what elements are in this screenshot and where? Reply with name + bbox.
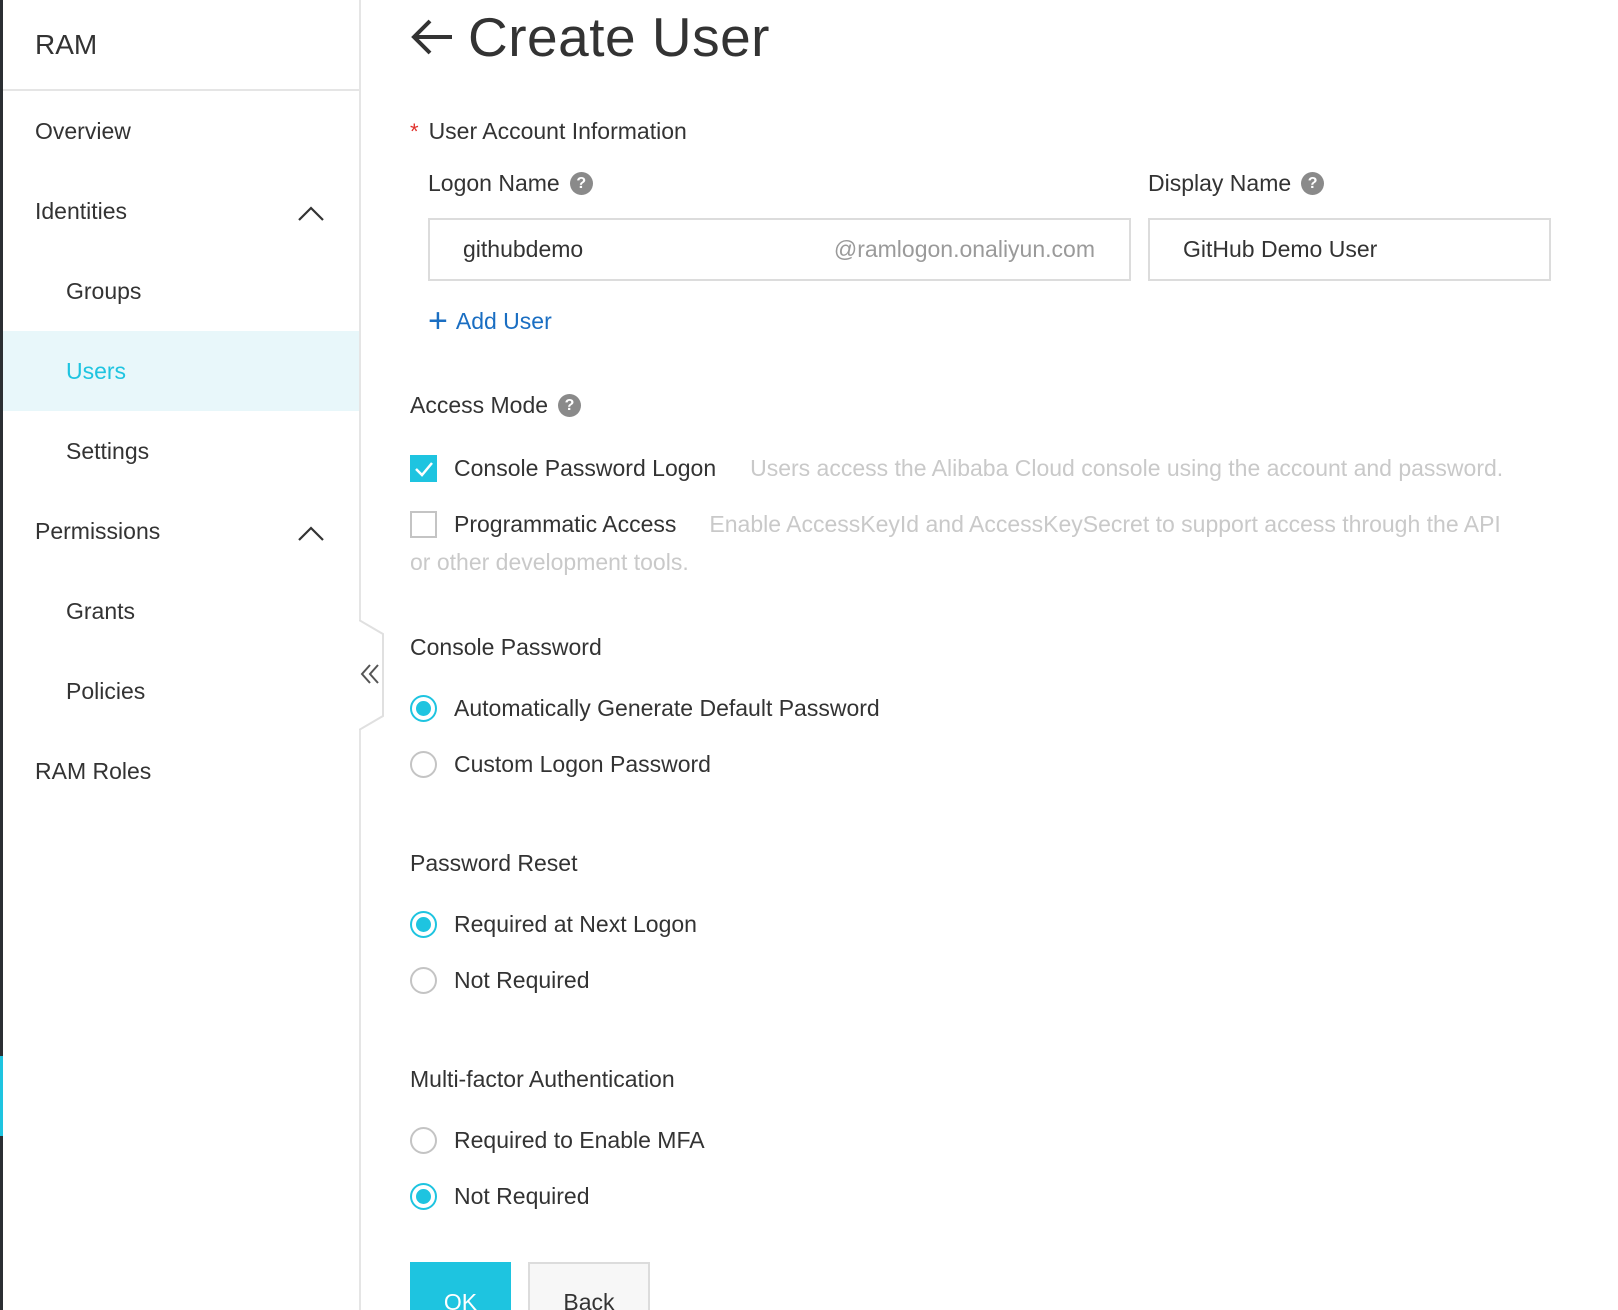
sidebar-item-policies[interactable]: Policies <box>3 651 359 731</box>
option-label: Console Password Logon <box>454 455 717 481</box>
sidebar-item-label: Policies <box>66 677 146 704</box>
logon-name-label: Logon Name ? <box>428 170 593 197</box>
checkmark-icon <box>414 461 433 477</box>
page-header: Create User <box>410 4 770 70</box>
option-label: Custom Logon Password <box>454 751 711 777</box>
console-password-logon-option[interactable]: Console Password Logon Users access the … <box>410 455 1503 482</box>
required-next-logon-option[interactable]: Required at Next Logon <box>410 911 697 938</box>
sidebar-item-groups[interactable]: Groups <box>3 251 359 331</box>
sidebar-item-label: RAM Roles <box>35 757 152 784</box>
section-label-text: Password Reset <box>410 850 578 876</box>
help-icon[interactable]: ? <box>1301 172 1325 195</box>
radio-button[interactable] <box>410 751 437 778</box>
logon-name-value: githubdemo <box>463 236 584 262</box>
option-label: Automatically Generate Default Password <box>454 695 880 721</box>
back-arrow-icon[interactable] <box>410 15 454 59</box>
add-user-label: Add User <box>455 307 552 334</box>
access-mode-label: Access Mode ? <box>410 392 582 419</box>
sidebar-item-overview[interactable]: Overview <box>3 91 359 171</box>
radio-button[interactable] <box>410 695 437 722</box>
field-label-text: Display Name <box>1148 170 1292 196</box>
display-name-input[interactable]: GitHub Demo User <box>1148 218 1551 281</box>
account-info-label: * User Account Information <box>410 118 687 145</box>
sidebar-item-label: Grants <box>66 597 136 624</box>
sidebar-title: RAM <box>3 0 359 91</box>
back-button[interactable]: Back <box>528 1262 650 1310</box>
reset-not-required-option[interactable]: Not Required <box>410 967 590 994</box>
sidebar-item-users[interactable]: Users <box>3 331 359 411</box>
option-label: Required at Next Logon <box>454 911 697 937</box>
auto-generate-password-option[interactable]: Automatically Generate Default Password <box>410 695 880 722</box>
sidebar-item-label: Groups <box>66 277 142 304</box>
option-label: Not Required <box>454 967 590 993</box>
programmatic-access-option[interactable]: Programmatic Access Enable AccessKeyId a… <box>410 511 1501 538</box>
option-label: Programmatic Access <box>454 511 677 537</box>
sidebar-item-label: Users <box>66 357 127 384</box>
logon-domain-suffix: @ramlogon.onaliyun.com <box>833 236 1095 262</box>
option-label: Required to Enable MFA <box>454 1127 705 1153</box>
sidebar-item-permissions[interactable]: Permissions <box>3 491 359 571</box>
mfa-label: Multi-factor Authentication <box>410 1066 675 1093</box>
page-title: Create User <box>468 6 770 68</box>
custom-logon-password-option[interactable]: Custom Logon Password <box>410 751 711 778</box>
sidebar: RAM Overview Identities Groups Users Set… <box>3 0 361 1310</box>
sidebar-item-settings[interactable]: Settings <box>3 411 359 491</box>
sidebar-item-grants[interactable]: Grants <box>3 571 359 651</box>
section-label-text: Multi-factor Authentication <box>410 1066 675 1092</box>
password-reset-label: Password Reset <box>410 850 577 877</box>
help-icon[interactable]: ? <box>569 172 593 195</box>
main-content: Create User * User Account Information L… <box>410 0 1610 1310</box>
sidebar-item-ram-roles[interactable]: RAM Roles <box>3 731 359 811</box>
sidebar-collapse-toggle[interactable] <box>359 620 385 730</box>
section-label-text: Access Mode <box>410 392 549 418</box>
option-hint: Users access the Alibaba Cloud console u… <box>750 455 1504 481</box>
sidebar-item-identities[interactable]: Identities <box>3 171 359 251</box>
section-label-text: User Account Information <box>428 118 687 144</box>
radio-button[interactable] <box>410 911 437 938</box>
radio-button[interactable] <box>410 1183 437 1210</box>
option-hint: or other development tools. <box>410 549 689 575</box>
option-hint: Enable AccessKeyId and AccessKeySecret t… <box>709 511 1501 537</box>
require-mfa-option[interactable]: Required to Enable MFA <box>410 1127 705 1154</box>
sidebar-item-label: Overview <box>35 117 131 144</box>
radio-button[interactable] <box>410 1127 437 1154</box>
help-icon[interactable]: ? <box>558 394 582 417</box>
sidebar-item-label: Identities <box>35 197 128 224</box>
section-label-text: Console Password <box>410 634 602 660</box>
sidebar-item-label: Settings <box>66 437 150 464</box>
radio-button[interactable] <box>410 967 437 994</box>
console-password-label: Console Password <box>410 634 602 661</box>
required-marker: * <box>410 118 419 144</box>
display-name-value: GitHub Demo User <box>1183 236 1378 262</box>
ok-button[interactable]: OK <box>410 1262 511 1310</box>
logon-name-input[interactable]: githubdemo @ramlogon.onaliyun.com <box>428 218 1131 281</box>
display-name-label: Display Name ? <box>1148 170 1325 197</box>
plus-icon: + <box>428 302 448 340</box>
chevron-up-icon[interactable] <box>297 524 324 542</box>
field-label-text: Logon Name <box>428 170 560 196</box>
sidebar-item-label: Permissions <box>35 517 161 544</box>
programmatic-hint-continued: or other development tools. <box>410 549 689 576</box>
mfa-not-required-option[interactable]: Not Required <box>410 1183 590 1210</box>
programmatic-access-checkbox[interactable] <box>410 511 437 538</box>
option-label: Not Required <box>454 1183 590 1209</box>
chevron-up-icon[interactable] <box>297 204 324 222</box>
console-logon-checkbox[interactable] <box>410 455 437 482</box>
add-user-button[interactable]: + Add User <box>428 304 552 338</box>
